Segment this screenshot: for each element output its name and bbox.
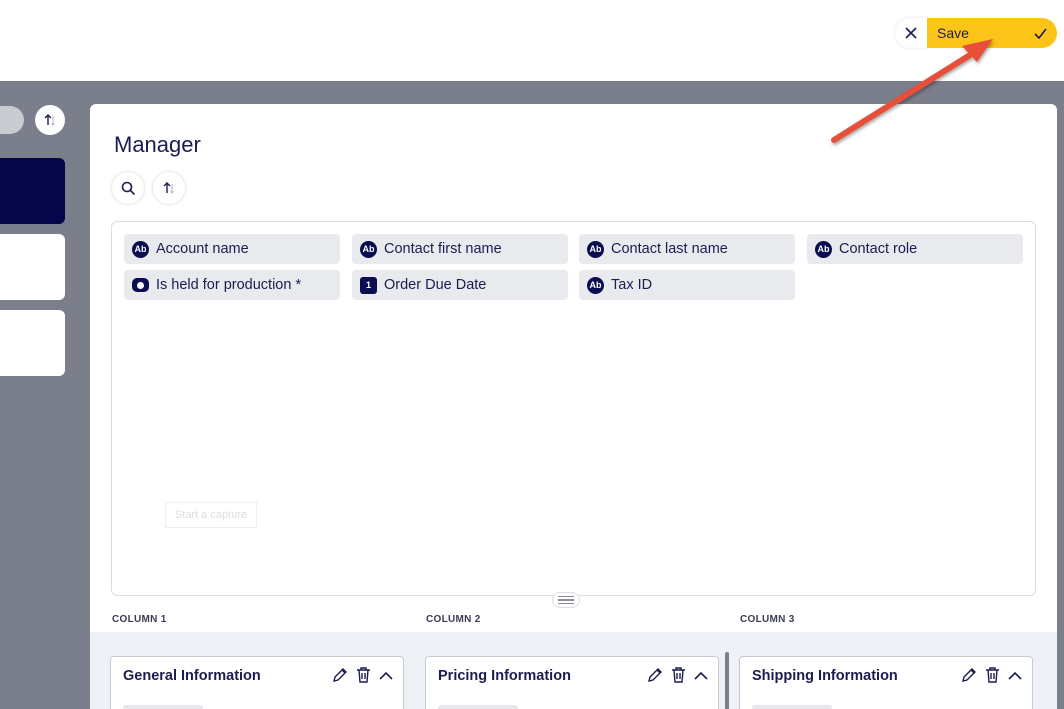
section-card[interactable]: Pricing Information	[425, 656, 719, 709]
section-field-placeholder	[438, 705, 518, 709]
section-title: Pricing Information	[438, 668, 571, 684]
section-card[interactable]: Shipping Information	[739, 656, 1033, 709]
trash-icon	[357, 667, 370, 683]
field-chip[interactable]: Ab Contact last name	[579, 234, 795, 264]
search-icon	[121, 181, 135, 195]
left-panel-card[interactable]	[0, 310, 65, 376]
field-chip[interactable]: Ab Contact first name	[352, 234, 568, 264]
delete-button[interactable]	[671, 667, 686, 683]
chevron-up-icon	[379, 671, 393, 680]
cancel-button[interactable]	[895, 18, 927, 48]
chevron-up-icon	[1008, 671, 1022, 680]
delete-button[interactable]	[985, 667, 1000, 683]
field-chip-label: Contact first name	[384, 241, 502, 257]
field-chip-label: Order Due Date	[384, 277, 487, 293]
field-chip[interactable]: Ab Contact role	[807, 234, 1023, 264]
collapse-button[interactable]	[694, 671, 708, 680]
close-icon	[905, 27, 917, 39]
field-chip-label: Contact last name	[611, 241, 728, 257]
section-title: Shipping Information	[752, 668, 898, 684]
sort-icon	[163, 182, 174, 194]
chevron-up-icon	[694, 671, 708, 680]
layout-editor-panel: Manager Ab Account name Ab Contact first…	[90, 104, 1057, 709]
save-button-label: Save	[937, 25, 969, 41]
section-title: General Information	[123, 668, 261, 684]
page-title: Manager	[114, 132, 201, 157]
column-label: COLUMN 1	[112, 614, 167, 625]
column-label: COLUMN 2	[426, 614, 481, 625]
field-chip[interactable]: Is held for production *	[124, 270, 340, 300]
text-field-icon: Ab	[815, 240, 832, 258]
edit-button[interactable]	[961, 667, 977, 683]
text-field-icon: Ab	[587, 240, 604, 258]
left-panel-card-selected[interactable]	[0, 158, 65, 224]
start-capture-placeholder: Start a capture	[165, 502, 257, 528]
left-panel-card[interactable]	[0, 234, 65, 300]
text-field-icon: Ab	[132, 240, 149, 258]
section-field-placeholder	[123, 705, 203, 709]
sort-icon	[44, 114, 55, 126]
save-button[interactable]: Save	[927, 18, 1057, 48]
text-field-icon: Ab	[360, 240, 377, 258]
edit-button[interactable]	[332, 667, 348, 683]
toggle-field-icon	[132, 278, 149, 292]
section-card[interactable]: General Information	[110, 656, 404, 709]
field-chip[interactable]: Ab Account name	[124, 234, 340, 264]
check-icon	[1034, 28, 1047, 39]
delete-button[interactable]	[356, 667, 371, 683]
search-button[interactable]	[112, 172, 144, 204]
trash-icon	[986, 667, 999, 683]
collapse-button[interactable]	[1008, 671, 1022, 680]
field-chip-label: Account name	[156, 241, 249, 257]
collapse-button[interactable]	[379, 671, 393, 680]
section-field-placeholder	[752, 705, 832, 709]
calendar-icon: 1	[360, 276, 377, 294]
field-chip-label: Tax ID	[611, 277, 653, 293]
text-field-icon: Ab	[587, 276, 604, 294]
edit-button[interactable]	[647, 667, 663, 683]
field-chip[interactable]: Ab Tax ID	[579, 270, 795, 300]
column-drop-indicator	[725, 652, 729, 709]
field-chip-label: Is held for production *	[156, 277, 302, 293]
field-chip-label: Contact role	[839, 241, 918, 257]
top-bar: Save	[0, 0, 1064, 81]
pencil-icon	[648, 668, 662, 682]
column-label: COLUMN 3	[740, 614, 795, 625]
trash-icon	[672, 667, 685, 683]
sort-button[interactable]	[153, 172, 185, 204]
pencil-icon	[333, 668, 347, 682]
left-panel-sort-button[interactable]	[35, 105, 65, 135]
field-chip[interactable]: 1 Order Due Date	[352, 270, 568, 300]
resize-handle[interactable]	[552, 592, 580, 608]
pencil-icon	[962, 668, 976, 682]
available-fields-area: Ab Account name Ab Contact first name Ab…	[111, 221, 1036, 596]
